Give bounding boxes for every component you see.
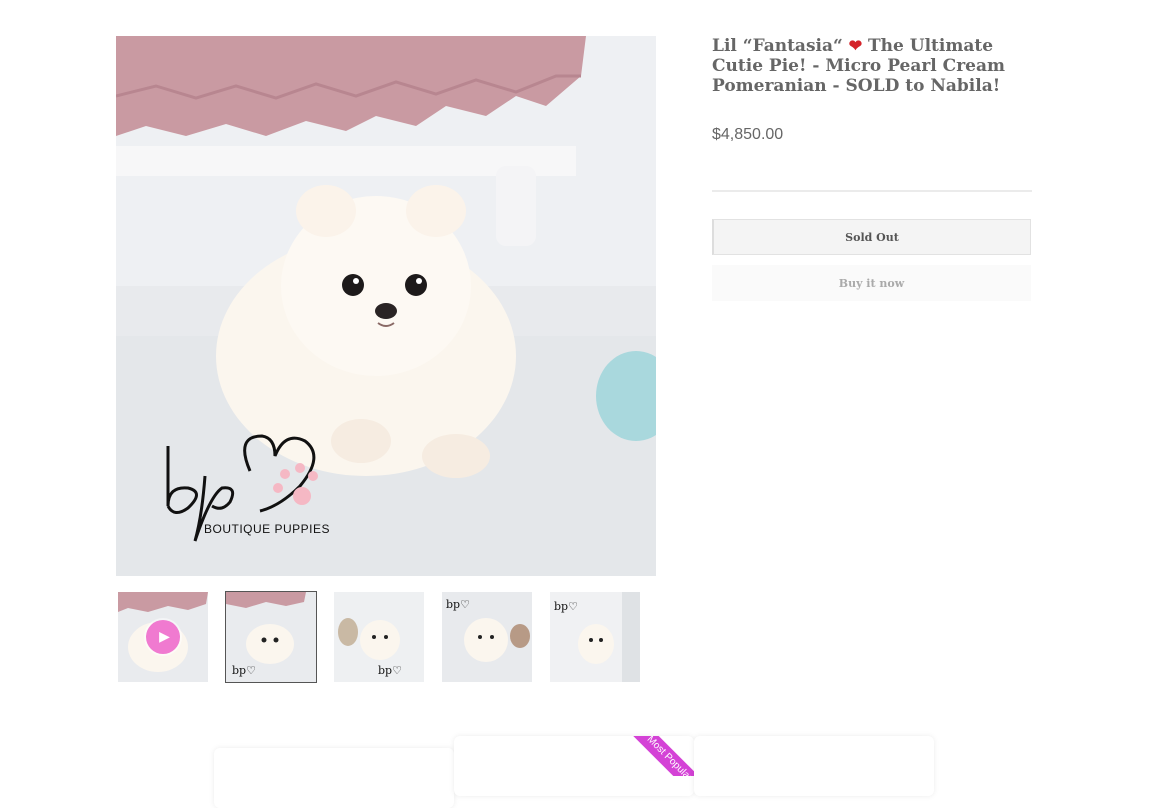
- svg-text:bp♡: bp♡: [554, 600, 578, 613]
- thumbnail-5[interactable]: bp♡: [550, 592, 640, 682]
- heart-emoji-icon: ❤: [848, 36, 863, 55]
- logo-text: BOUTIQUE PUPPIES: [204, 522, 331, 536]
- product-title: Lil “Fantasia“ ❤ The Ultimate Cutie Pie!…: [712, 36, 1005, 96]
- buy-it-now-button[interactable]: Buy it now: [712, 265, 1031, 301]
- svg-text:bp♡: bp♡: [446, 598, 470, 611]
- product-price: $4,850.00: [712, 126, 784, 143]
- svg-text:bp♡: bp♡: [232, 664, 256, 677]
- pricing-card-3[interactable]: [694, 736, 934, 796]
- pricing-card-1[interactable]: [214, 748, 454, 808]
- play-icon: ▶: [159, 629, 170, 645]
- ribbon: Most Popular: [624, 736, 694, 776]
- thumbnail-4[interactable]: bp♡: [442, 592, 532, 682]
- sold-out-button[interactable]: Sold Out: [712, 219, 1031, 255]
- thumbnail-video[interactable]: ▶: [118, 592, 208, 682]
- play-video-button[interactable]: ▶: [146, 620, 180, 654]
- svg-text:bp♡: bp♡: [378, 664, 402, 677]
- boutique-puppies-logo: BOUTIQUE PUPPIES: [150, 426, 340, 546]
- divider: [712, 190, 1032, 192]
- pricing-card-2[interactable]: Most Popular: [454, 736, 694, 796]
- thumbnail-2[interactable]: bp♡: [225, 591, 317, 683]
- thumbnail-3[interactable]: bp♡: [334, 592, 424, 682]
- main-product-image[interactable]: BOUTIQUE PUPPIES: [116, 36, 656, 576]
- most-popular-ribbon: Most Popular: [624, 736, 694, 776]
